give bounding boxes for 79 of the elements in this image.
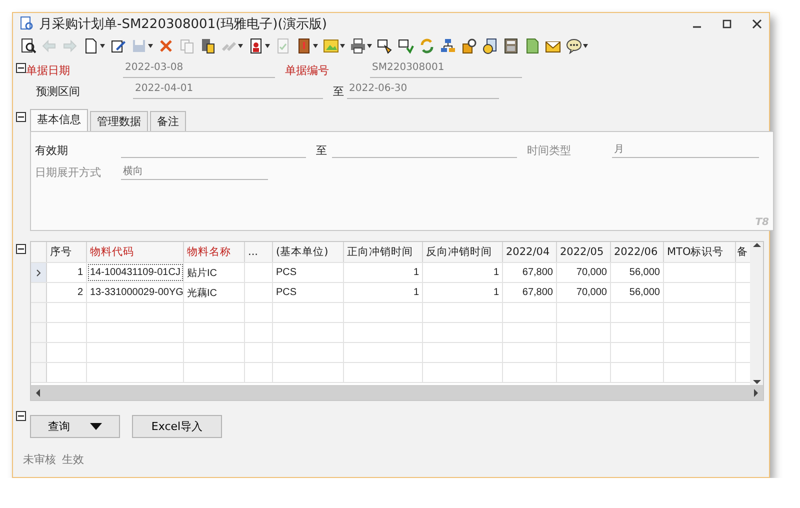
table-cell: 13-331000029-00YG: [87, 283, 184, 302]
table-cell: 2: [47, 283, 87, 302]
table-cell: 67,800: [503, 263, 557, 282]
print-icon[interactable]: [350, 38, 366, 54]
table-cell: 14-100431109-01CJ: [87, 263, 184, 282]
field-label: 单据日期: [26, 63, 71, 78]
table-cell: 56,000: [611, 263, 664, 282]
toolbar-button[interactable]: [322, 37, 346, 55]
horizontal-scrollbar[interactable]: [31, 385, 763, 400]
column-header[interactable]: 序号: [47, 242, 87, 262]
column-header[interactable]: (基本单位): [273, 242, 344, 262]
table-cell: 1: [47, 263, 87, 282]
table-cell: 67,800: [503, 283, 557, 302]
tab[interactable]: 备注: [150, 111, 186, 131]
scroll-left-icon[interactable]: [35, 388, 41, 396]
caret-icon: [90, 423, 102, 430]
table-cell: 1: [344, 263, 423, 282]
column-header[interactable]: 2022/05: [557, 242, 611, 262]
input-field[interactable]: 2022-04-01: [133, 83, 323, 99]
input-field[interactable]: 2022-03-08: [123, 62, 275, 78]
field-label: 有效期: [35, 143, 69, 158]
table-cell: 1: [423, 283, 503, 302]
status-text: 生效: [62, 452, 84, 467]
action-button[interactable]: 查询: [30, 415, 120, 438]
table-cell: 70,000: [557, 283, 611, 302]
window-title: 月采购计划单-SM220308001(玛雅电子)(演示版): [39, 16, 328, 33]
chat-icon[interactable]: [566, 38, 582, 54]
status-text: 未审核: [23, 452, 56, 467]
field-label: 日期展开方式: [35, 165, 102, 180]
scroll-up-icon[interactable]: [752, 242, 760, 248]
table-cell: 光藕IC: [184, 283, 245, 302]
column-header[interactable]: 物料名称: [184, 242, 245, 262]
person-icon[interactable]: [248, 38, 264, 54]
action-button[interactable]: Excel导入: [132, 415, 222, 438]
maximize-icon[interactable]: [721, 18, 733, 30]
collapse-icon[interactable]: [16, 244, 26, 254]
scroll-right-icon[interactable]: [753, 388, 759, 396]
chevron-right-icon: [36, 268, 42, 276]
caret-icon[interactable]: [265, 44, 270, 48]
close-icon[interactable]: [751, 18, 763, 30]
table-cell: 贴片IC: [184, 263, 245, 282]
table-cell: 1: [423, 263, 503, 282]
input-field[interactable]: 2022-06-30: [347, 83, 499, 99]
document-search-icon: [19, 16, 35, 32]
column-header[interactable]: ...: [245, 242, 273, 262]
table-cell: PCS: [273, 283, 344, 302]
row-indicator[interactable]: [31, 263, 47, 282]
tab[interactable]: 基本信息: [30, 109, 88, 131]
table-cell: 70,000: [557, 263, 611, 282]
field-label: 至: [316, 143, 328, 158]
field-label: 预测区间: [35, 84, 81, 99]
logo: T8: [755, 217, 769, 228]
caret-icon[interactable]: [100, 44, 105, 48]
input-field[interactable]: SM220308001: [370, 62, 522, 78]
caret-icon[interactable]: [367, 44, 372, 48]
column-header[interactable]: MTO标识号: [664, 242, 736, 262]
collapse-icon[interactable]: [16, 411, 26, 421]
toolbar-button[interactable]: [349, 37, 373, 55]
field-label: 至: [333, 84, 345, 99]
caret-icon[interactable]: [340, 44, 345, 48]
column-header[interactable]: 物料代码: [87, 242, 184, 262]
table-cell: 56,000: [611, 283, 664, 302]
caret-icon[interactable]: [583, 44, 588, 48]
field-label: 单据编号: [285, 63, 330, 78]
toolbar-button[interactable]: [565, 37, 589, 55]
table-cell: PCS: [273, 263, 344, 282]
table-cell: 1: [344, 283, 423, 302]
column-header[interactable]: 2022/06: [611, 242, 664, 262]
tab[interactable]: 管理数据: [90, 111, 148, 131]
new-icon[interactable]: [83, 38, 99, 54]
caret-icon[interactable]: [313, 44, 318, 48]
collapse-icon[interactable]: [16, 63, 26, 73]
column-header[interactable]: 正向冲销时间: [344, 242, 423, 262]
book-icon[interactable]: [296, 38, 312, 54]
column-header[interactable]: 反向冲销时间: [423, 242, 503, 262]
column-header[interactable]: 2022/04: [503, 242, 557, 262]
collapse-icon[interactable]: [16, 112, 26, 122]
vertical-scrollbar[interactable]: [750, 242, 763, 385]
field-label: 时间类型: [527, 143, 572, 158]
